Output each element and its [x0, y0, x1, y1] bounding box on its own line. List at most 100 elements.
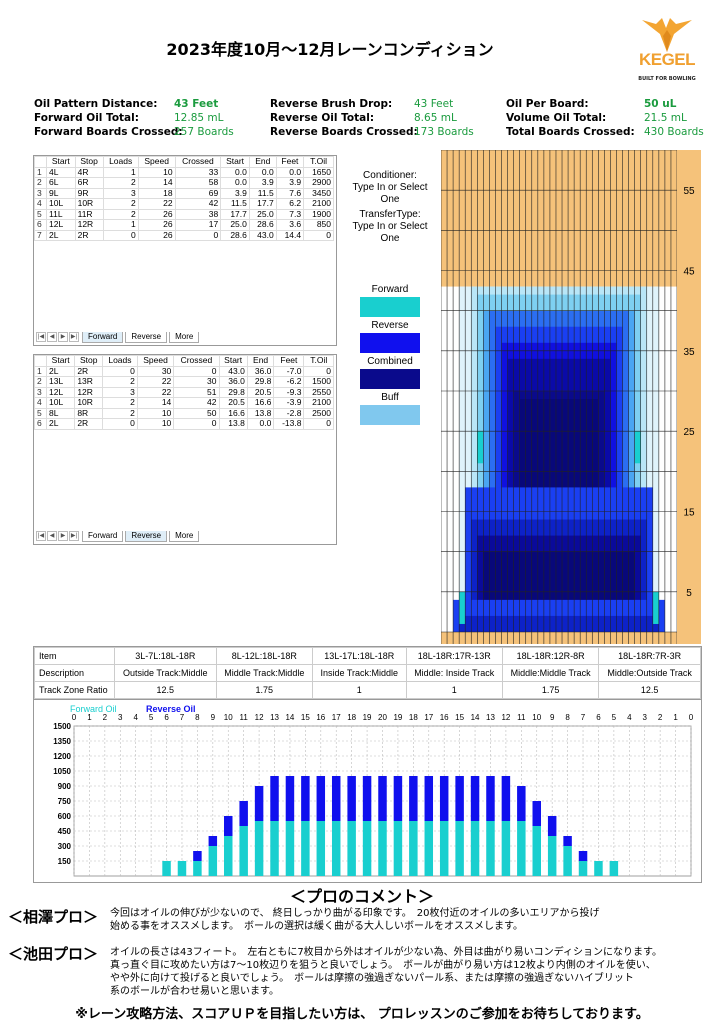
- table-cell[interactable]: 3: [34, 386, 47, 398]
- table-cell[interactable]: 13.8: [246, 407, 275, 419]
- table-cell[interactable]: 28.6: [220, 229, 250, 241]
- table-cell[interactable]: 4L: [46, 166, 76, 178]
- table-cell[interactable]: 1: [102, 219, 139, 231]
- table-cell[interactable]: 2: [34, 376, 47, 388]
- table-cell[interactable]: 36.0: [246, 365, 275, 377]
- table-cell[interactable]: 10: [136, 418, 175, 430]
- table-cell[interactable]: 5: [34, 407, 47, 419]
- table-cell[interactable]: 33: [174, 166, 222, 178]
- table-cell[interactable]: 28.6: [248, 219, 277, 231]
- table-row[interactable]: 5 11L 11R 2 26 38 17.7 25.0 7.3 1900: [34, 208, 334, 220]
- table-cell[interactable]: 0: [102, 365, 138, 377]
- table-cell[interactable]: 2: [102, 198, 139, 210]
- table-cell[interactable]: 29.8: [246, 376, 275, 388]
- table-cell[interactable]: 16.6: [218, 407, 248, 419]
- table-cell[interactable]: 6: [34, 418, 47, 430]
- prev-sheet-icon[interactable]: ◀: [47, 531, 57, 541]
- table-cell[interactable]: 0: [102, 418, 138, 430]
- table-cell[interactable]: 2900: [303, 177, 334, 189]
- table-cell[interactable]: 29.8: [218, 386, 248, 398]
- table-cell[interactable]: 2: [102, 397, 138, 409]
- table-cell[interactable]: 11L: [46, 208, 76, 220]
- table-cell[interactable]: 12R: [74, 219, 104, 231]
- table-cell[interactable]: 51: [173, 386, 220, 398]
- table-cell[interactable]: 3450: [303, 187, 334, 199]
- table-cell[interactable]: 22: [136, 386, 175, 398]
- table-cell[interactable]: 69: [174, 187, 222, 199]
- table-cell[interactable]: 6: [34, 219, 47, 231]
- table-cell[interactable]: 26: [137, 219, 176, 231]
- table-cell[interactable]: 8R: [74, 407, 104, 419]
- table-cell[interactable]: 3.9: [220, 187, 250, 199]
- table-cell[interactable]: 1: [34, 166, 47, 178]
- table-row[interactable]: 4 10L 10R 2 14 42 20.5 16.6 -3.9 2100: [34, 397, 334, 409]
- table-row[interactable]: 2 6L 6R 2 14 58 0.0 3.9 3.9 2900: [34, 177, 334, 189]
- table-cell[interactable]: 2L: [45, 365, 76, 377]
- table-cell[interactable]: 3.9: [248, 177, 277, 189]
- table-cell[interactable]: 0.0: [248, 166, 277, 178]
- table-cell[interactable]: 6.2: [275, 198, 305, 210]
- table-cell[interactable]: -6.2: [273, 376, 305, 388]
- table-cell[interactable]: 2: [102, 208, 139, 220]
- table-cell[interactable]: 3.9: [275, 177, 305, 189]
- table-cell[interactable]: 38: [174, 208, 222, 220]
- table-cell[interactable]: 17: [174, 219, 222, 231]
- conditioner-field[interactable]: Conditioner: Type In or Select One: [344, 170, 436, 206]
- table-cell[interactable]: 43.0: [248, 229, 277, 241]
- table-row[interactable]: 5 8L 8R 2 10 50 16.6 13.8 -2.8 2500: [34, 407, 334, 419]
- table-cell[interactable]: 1: [34, 365, 47, 377]
- table-cell[interactable]: 26: [137, 208, 176, 220]
- table-cell[interactable]: 2500: [303, 407, 334, 419]
- table-cell[interactable]: 0: [303, 229, 334, 241]
- table-cell[interactable]: 42: [173, 397, 220, 409]
- table-cell[interactable]: 2L: [46, 229, 76, 241]
- last-sheet-icon[interactable]: ▶|: [69, 531, 79, 541]
- table-cell[interactable]: 7.6: [275, 187, 305, 199]
- table-cell[interactable]: -9.3: [273, 386, 305, 398]
- table-cell[interactable]: 2R: [74, 229, 104, 241]
- table-cell[interactable]: 17.7: [248, 198, 277, 210]
- table-cell[interactable]: 10R: [74, 198, 104, 210]
- table-cell[interactable]: 2100: [303, 198, 334, 210]
- table-cell[interactable]: 10: [136, 407, 175, 419]
- table-row[interactable]: 1 4L 4R 1 10 33 0.0 0.0 0.0 1650: [34, 166, 334, 178]
- table-row[interactable]: 6 12L 12R 1 26 17 25.0 28.6 3.6 850: [34, 219, 334, 231]
- table-cell[interactable]: 12L: [45, 386, 76, 398]
- table-cell[interactable]: 17.7: [220, 208, 250, 220]
- table-cell[interactable]: 2: [102, 376, 138, 388]
- table-cell[interactable]: 10R: [74, 397, 104, 409]
- table-cell[interactable]: 4: [34, 397, 47, 409]
- table-cell[interactable]: 25.0: [248, 208, 277, 220]
- table-cell[interactable]: 22: [136, 376, 175, 388]
- table-cell[interactable]: 1650: [303, 166, 334, 178]
- table-cell[interactable]: 4: [34, 198, 47, 210]
- table-cell[interactable]: 2: [102, 407, 138, 419]
- tab-more[interactable]: More: [169, 331, 200, 343]
- table-row[interactable]: 4 10L 10R 2 22 42 11.5 17.7 6.2 2100: [34, 198, 334, 210]
- table-cell[interactable]: 10L: [46, 198, 76, 210]
- table-cell[interactable]: 16.6: [246, 397, 275, 409]
- table-cell[interactable]: 42: [174, 198, 222, 210]
- table-cell[interactable]: 50: [173, 407, 220, 419]
- table-cell[interactable]: 30: [173, 376, 220, 388]
- table-cell[interactable]: 12R: [74, 386, 104, 398]
- first-sheet-icon[interactable]: |◀: [36, 332, 46, 342]
- tab-forward[interactable]: Forward: [82, 530, 124, 542]
- table-cell[interactable]: 22: [137, 198, 176, 210]
- table-cell[interactable]: -2.8: [273, 407, 305, 419]
- table-cell[interactable]: 3: [102, 386, 138, 398]
- table-cell[interactable]: 25.0: [220, 219, 250, 231]
- table-cell[interactable]: 9R: [74, 187, 104, 199]
- table-cell[interactable]: 8L: [45, 407, 76, 419]
- table-cell[interactable]: 13R: [74, 376, 104, 388]
- tab-forward[interactable]: Forward: [82, 331, 124, 343]
- table-cell[interactable]: 2R: [74, 418, 104, 430]
- table-cell[interactable]: 14: [136, 397, 175, 409]
- table-cell[interactable]: 3.6: [275, 219, 305, 231]
- table-row[interactable]: 7 2L 2R 0 26 0 28.6 43.0 14.4 0: [34, 229, 334, 241]
- table-row[interactable]: 1 2L 2R 0 30 0 43.0 36.0 -7.0 0: [34, 365, 334, 377]
- table-cell[interactable]: -3.9: [273, 397, 305, 409]
- table-cell[interactable]: 5: [34, 208, 47, 220]
- table-cell[interactable]: 30: [136, 365, 175, 377]
- table-cell[interactable]: 0.0: [220, 177, 250, 189]
